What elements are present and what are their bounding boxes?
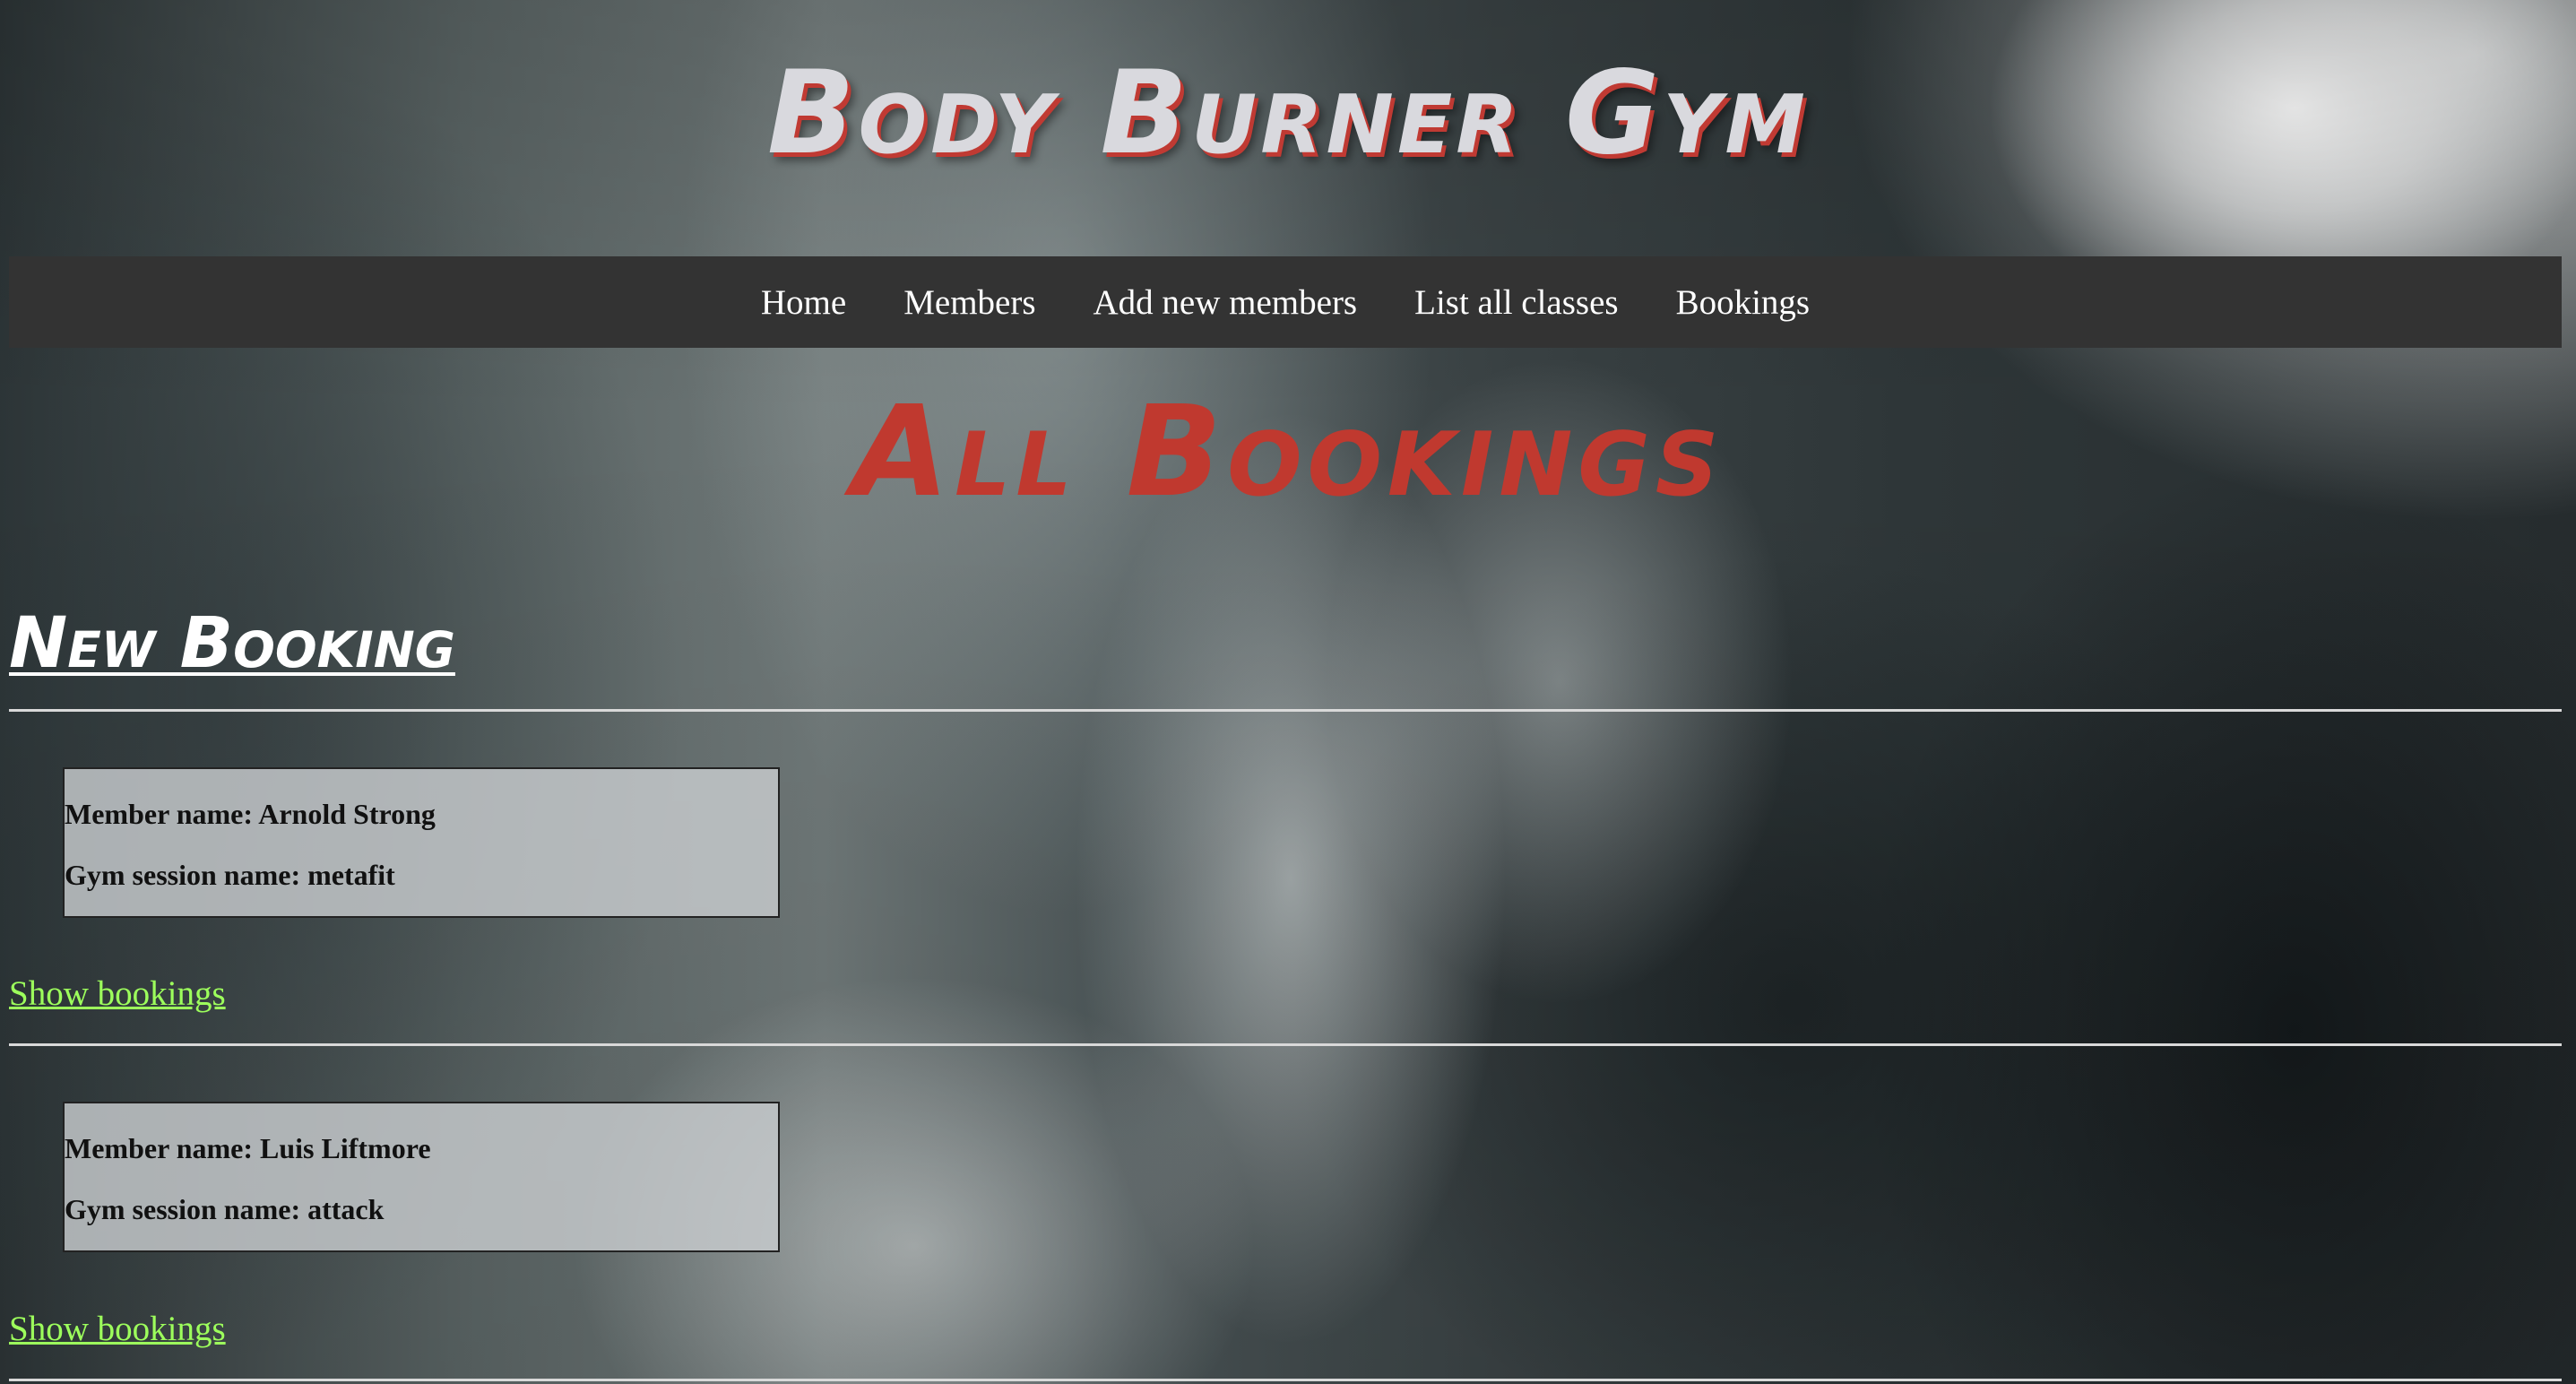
divider — [9, 709, 2562, 712]
nav-members[interactable]: Members — [903, 282, 1035, 323]
show-bookings-link[interactable]: Show bookings — [9, 973, 226, 1014]
divider — [9, 1379, 2562, 1381]
site-title: Body Burner Gym — [767, 47, 1809, 180]
gym-session-name: Gym session name: metafit — [65, 859, 395, 891]
booking-card: Member name: Luis Liftmore Gym session n… — [63, 1102, 780, 1252]
gym-session-name: Gym session name: attack — [65, 1193, 385, 1225]
member-name: Member name: Arnold Strong — [65, 798, 436, 830]
member-name: Member name: Luis Liftmore — [65, 1132, 431, 1164]
show-bookings-link[interactable]: Show bookings — [9, 1309, 226, 1349]
nav-bookings[interactable]: Bookings — [1676, 282, 1811, 323]
main-navbar: Home Members Add new members List all cl… — [9, 256, 2562, 348]
nav-home[interactable]: Home — [761, 282, 846, 323]
nav-add-new-members[interactable]: Add new members — [1094, 282, 1358, 323]
nav-list-all-classes[interactable]: List all classes — [1414, 282, 1618, 323]
booking-card: Member name: Arnold Strong Gym session n… — [63, 767, 780, 918]
page-title: All Bookings — [851, 379, 1725, 525]
divider — [9, 1043, 2562, 1046]
new-booking-link[interactable]: New Booking — [9, 599, 455, 688]
